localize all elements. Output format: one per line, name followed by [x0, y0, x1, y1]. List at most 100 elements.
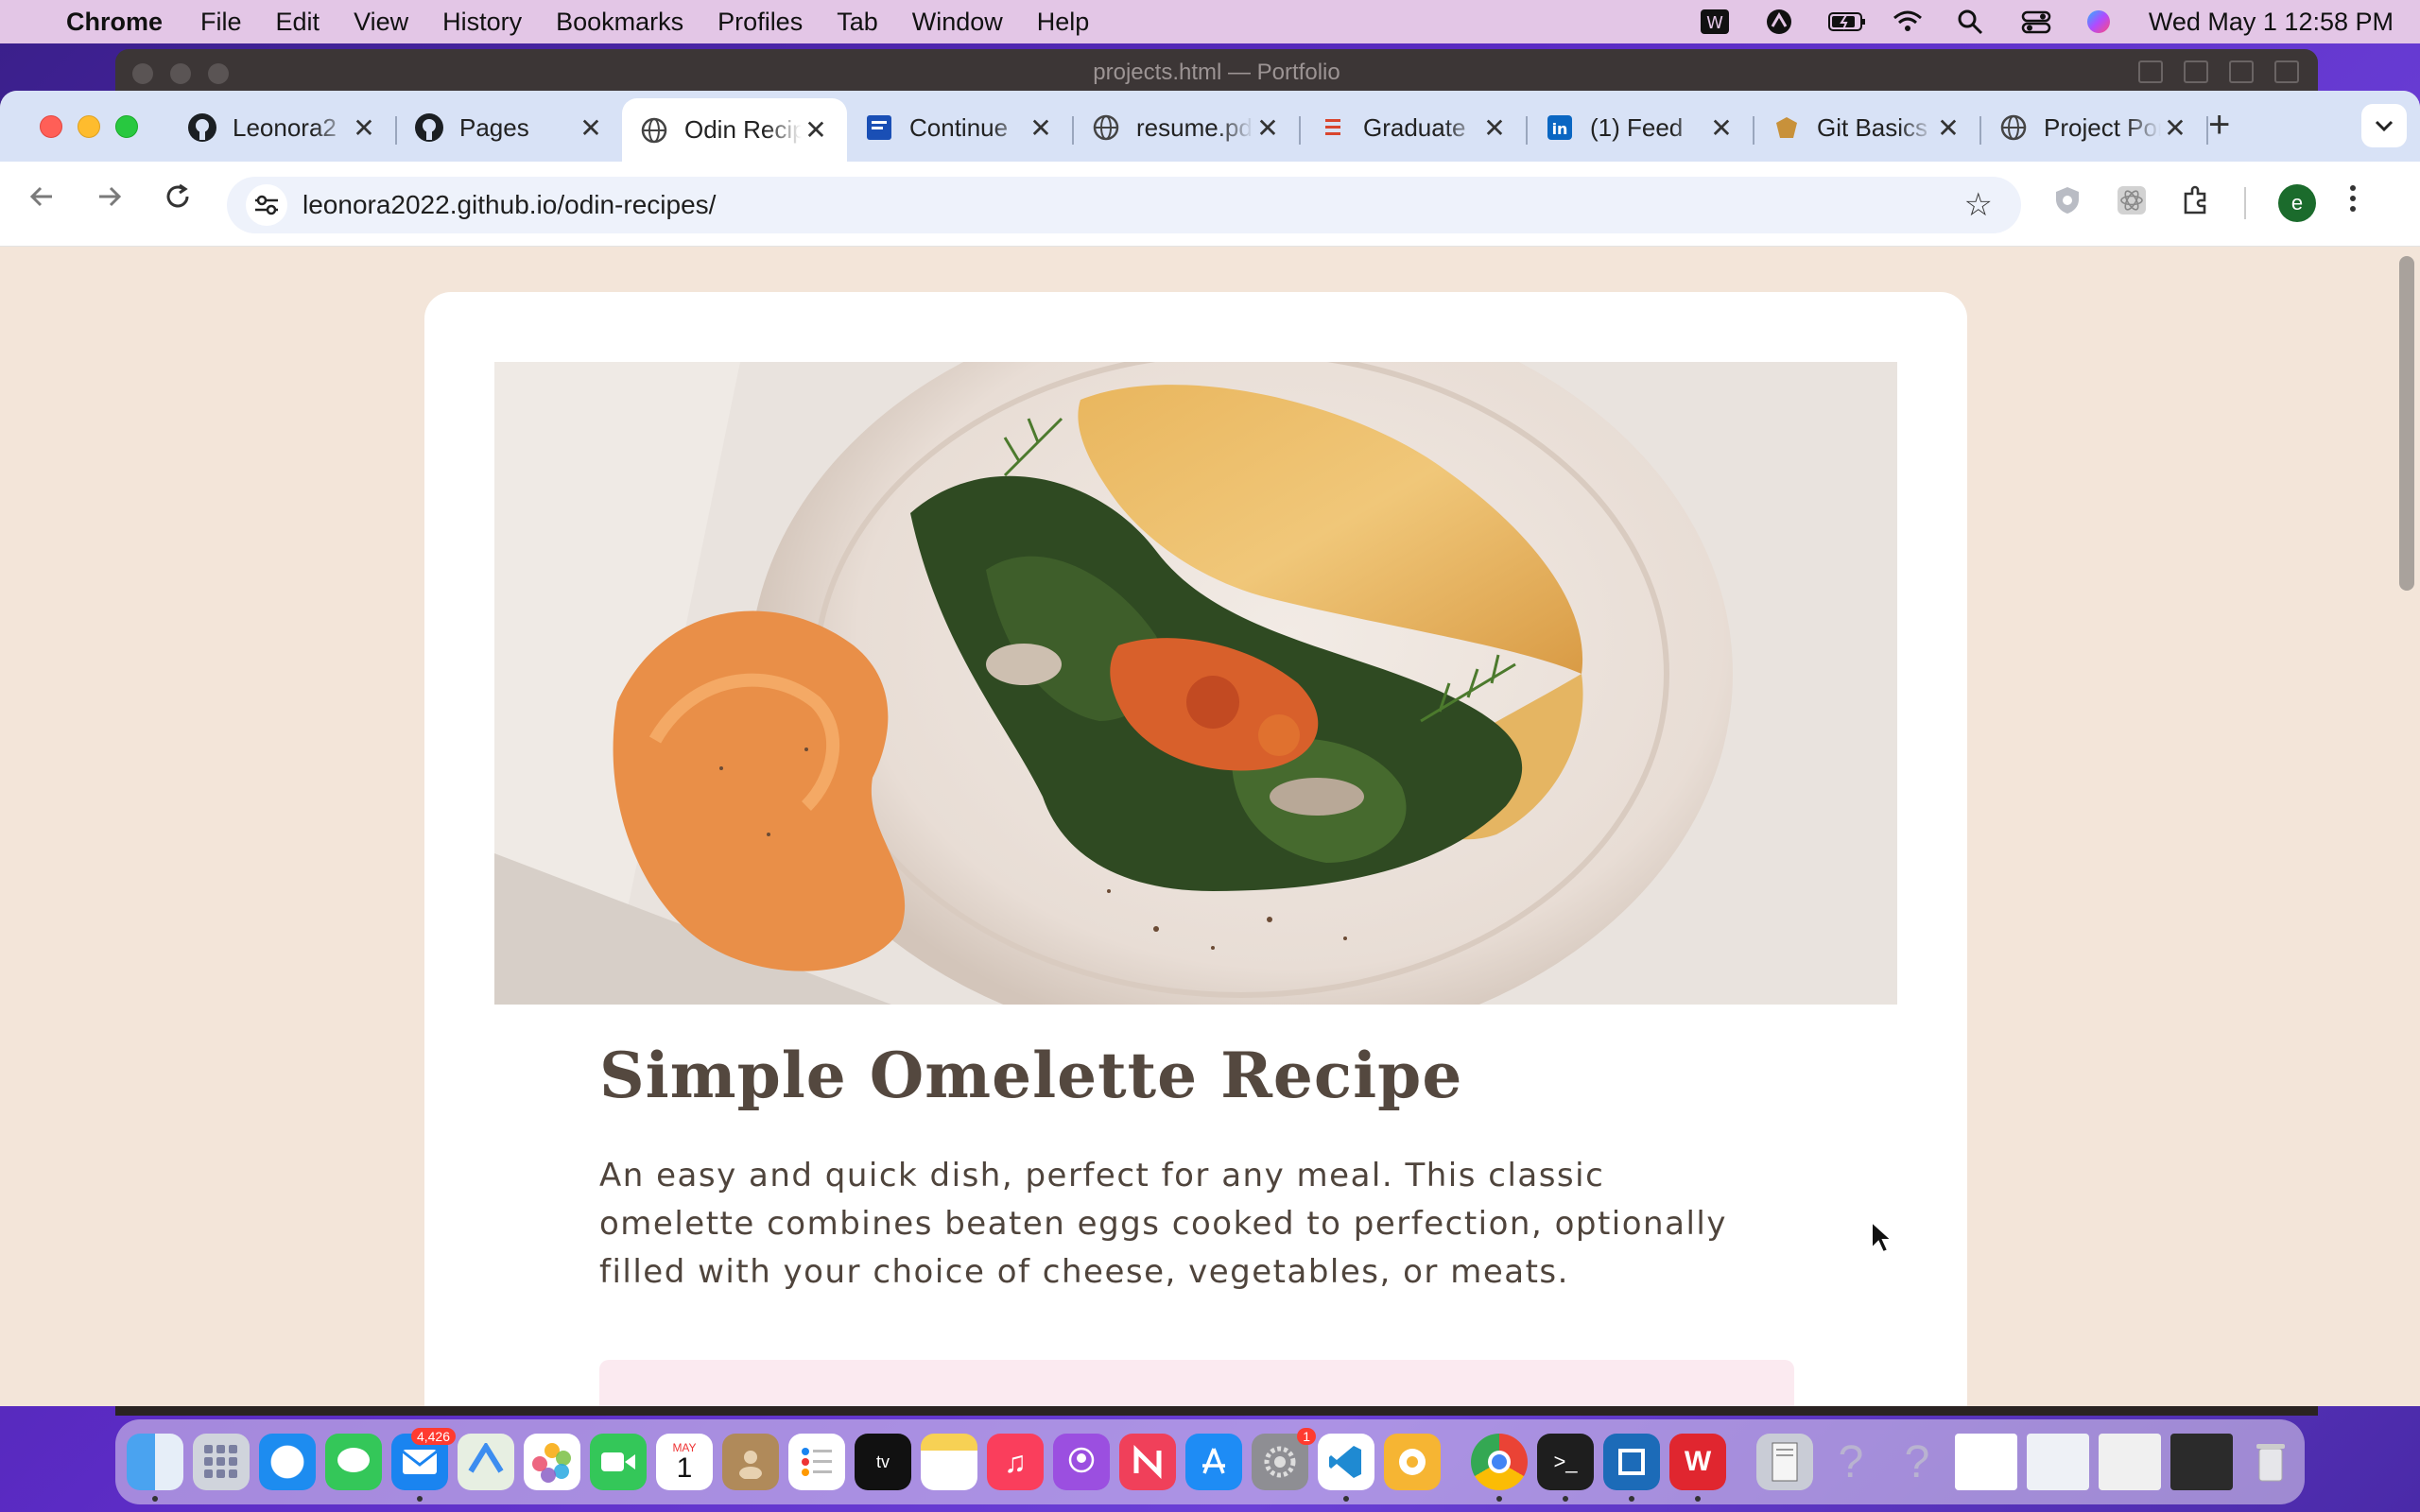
maps-icon[interactable]: [458, 1434, 514, 1490]
wps-status-icon[interactable]: W: [1699, 8, 1731, 36]
close-window-button[interactable]: [40, 115, 62, 138]
messages-icon[interactable]: [325, 1434, 382, 1490]
shield-extension-icon[interactable]: [2051, 184, 2083, 221]
vertical-scrollbar[interactable]: [2399, 256, 2414, 591]
mail-icon[interactable]: 4,426: [391, 1428, 456, 1502]
tab-git-basics[interactable]: Git Basics ✕: [1754, 98, 1979, 157]
tab-close-icon[interactable]: ✕: [1934, 112, 1962, 144]
tab-leonora[interactable]: Leonora2 ✕: [170, 98, 395, 157]
wifi-icon[interactable]: [1892, 8, 1924, 36]
tab-title: Pages: [459, 112, 529, 142]
menu-view[interactable]: View: [354, 8, 408, 37]
menu-bookmarks[interactable]: Bookmarks: [556, 8, 683, 37]
bookmark-star-icon[interactable]: ☆: [1964, 186, 1993, 224]
document-preview-icon[interactable]: [1756, 1434, 1813, 1490]
tab-title: Continue: [909, 112, 1009, 142]
finder-icon[interactable]: [127, 1434, 183, 1502]
tab-linkedin-feed[interactable]: in (1) Feed ✕: [1528, 98, 1753, 157]
password-manager-icon[interactable]: [1384, 1434, 1441, 1490]
tab-search-chevron-icon[interactable]: [2361, 104, 2407, 147]
app-status-icon[interactable]: [1763, 8, 1795, 36]
control-center-icon[interactable]: [2020, 8, 2052, 36]
podcasts-icon[interactable]: [1053, 1434, 1110, 1490]
menu-help[interactable]: Help: [1037, 8, 1090, 37]
vscode-icon[interactable]: [1318, 1434, 1374, 1502]
notes-icon[interactable]: [921, 1434, 977, 1490]
tab-graduate[interactable]: Graduate ✕: [1301, 98, 1526, 157]
globe-icon: [639, 115, 669, 146]
react-devtools-icon[interactable]: [2116, 184, 2148, 221]
chrome-icon[interactable]: [1471, 1434, 1528, 1502]
terminal-icon[interactable]: >_: [1537, 1434, 1594, 1502]
spotlight-search-icon[interactable]: [1956, 8, 1988, 36]
tab-continue[interactable]: Continue ✕: [847, 98, 1072, 157]
url-host: leonora2022.github.io: [302, 190, 558, 219]
tab-close-icon[interactable]: ✕: [577, 112, 605, 144]
sourcetree-icon[interactable]: [1603, 1434, 1660, 1502]
photos-icon[interactable]: [524, 1434, 580, 1490]
mail-badge: 4,426: [410, 1428, 456, 1445]
launchpad-icon[interactable]: [193, 1434, 250, 1490]
calendar-icon[interactable]: MAY 1: [656, 1434, 713, 1490]
tab-odin-recipes[interactable]: Odin Recipes ✕: [622, 98, 847, 162]
browser-toolbar: leonora2022.github.io/odin-recipes/ ☆ e: [0, 162, 2420, 247]
facetime-icon[interactable]: [590, 1434, 647, 1490]
tab-strip: Leonora2 ✕ Pages ✕ Odin Recipes ✕ Contin…: [0, 91, 2420, 162]
reload-icon[interactable]: [157, 182, 199, 219]
clock-datetime[interactable]: Wed May 1 12:58 PM: [2149, 8, 2394, 37]
app-store-icon[interactable]: [1185, 1434, 1242, 1490]
minimized-window-thumbnail[interactable]: [2170, 1434, 2233, 1490]
wps-office-icon[interactable]: W: [1669, 1434, 1726, 1502]
calendar-day: 1: [676, 1452, 693, 1484]
contacts-icon[interactable]: [722, 1434, 779, 1490]
menu-history[interactable]: History: [442, 8, 522, 37]
siri-icon[interactable]: [2084, 8, 2117, 36]
minimized-window-thumbnail[interactable]: [2099, 1434, 2161, 1490]
background-window-title: projects.html — Portfolio: [1093, 60, 1340, 85]
zoom-window-button[interactable]: [115, 115, 138, 138]
menu-app-name[interactable]: Chrome: [66, 8, 163, 37]
reminders-icon[interactable]: [788, 1434, 845, 1490]
battery-icon[interactable]: [1827, 8, 1865, 36]
minimize-window-button[interactable]: [78, 115, 100, 138]
menu-window[interactable]: Window: [912, 8, 1003, 37]
chrome-menu-kebab-icon[interactable]: [2348, 182, 2358, 223]
music-icon[interactable]: ♫: [987, 1434, 1044, 1490]
tab-close-icon[interactable]: ✕: [1480, 112, 1509, 144]
profile-avatar[interactable]: e: [2278, 183, 2316, 222]
tab-title: Leonora2: [233, 112, 337, 142]
omelette-hero-image: [494, 362, 1897, 1005]
unknown-app-icon[interactable]: ?: [1889, 1434, 1945, 1490]
new-tab-plus-icon[interactable]: +: [2208, 104, 2230, 146]
tab-pages[interactable]: Pages ✕: [397, 98, 622, 157]
tab-close-icon[interactable]: ✕: [802, 114, 830, 146]
tab-title: resume.pdf: [1136, 112, 1253, 142]
menu-file[interactable]: File: [200, 8, 242, 37]
menu-profiles[interactable]: Profiles: [717, 8, 803, 37]
safari-icon[interactable]: [259, 1434, 316, 1490]
tab-close-icon[interactable]: ✕: [1253, 112, 1282, 144]
tab-project-portfolio[interactable]: Project Portfolio ✕: [1981, 98, 2206, 157]
minimized-window-thumbnail[interactable]: [1955, 1434, 2017, 1490]
minimized-window-thumbnail[interactable]: [2027, 1434, 2089, 1490]
tab-close-icon[interactable]: ✕: [2161, 112, 2189, 144]
menu-tab[interactable]: Tab: [837, 8, 878, 37]
tab-close-icon[interactable]: ✕: [350, 112, 378, 144]
tabs-list: Leonora2 ✕ Pages ✕ Odin Recipes ✕ Contin…: [170, 98, 2208, 162]
system-settings-icon[interactable]: 1: [1252, 1428, 1316, 1490]
unknown-app-icon[interactable]: ?: [1823, 1434, 1879, 1490]
background-window-layout-icons: [2138, 60, 2299, 83]
apple-tv-icon[interactable]: tv: [855, 1434, 911, 1490]
news-icon[interactable]: [1119, 1434, 1176, 1490]
address-bar[interactable]: leonora2022.github.io/odin-recipes/ ☆: [227, 177, 2021, 233]
extensions-puzzle-icon[interactable]: [2180, 184, 2212, 221]
site-info-tune-icon[interactable]: [246, 184, 287, 226]
tab-close-icon[interactable]: ✕: [1027, 112, 1055, 144]
globe-icon: [1998, 112, 2029, 143]
tab-close-icon[interactable]: ✕: [1707, 112, 1736, 144]
trash-icon[interactable]: [2242, 1434, 2299, 1490]
menu-edit[interactable]: Edit: [276, 8, 320, 37]
tab-resume[interactable]: resume.pdf ✕: [1074, 98, 1299, 157]
forward-arrow-icon[interactable]: [89, 182, 130, 219]
back-arrow-icon[interactable]: [21, 182, 62, 219]
